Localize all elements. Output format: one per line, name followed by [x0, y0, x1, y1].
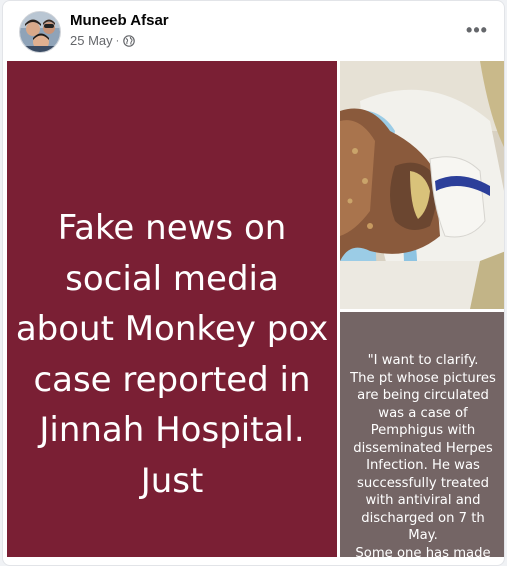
post-meta: 25 May · — [70, 33, 136, 48]
patient-photo[interactable] — [340, 61, 504, 309]
patient-photo-image — [340, 61, 504, 309]
globe-icon — [123, 34, 136, 47]
media-left-panel[interactable]: Fake news on social media about Monkey p… — [7, 61, 337, 557]
post-card: Muneeb Afsar 25 May · ••• Fake news on s… — [2, 0, 505, 566]
meta-separator: · — [115, 34, 120, 47]
avatar[interactable] — [19, 11, 61, 53]
right-panel-text: "I want to clarify. The pt whose picture… — [350, 353, 496, 557]
left-panel-text: Fake news on social media about Monkey p… — [15, 208, 329, 501]
more-options-icon[interactable]: ••• — [462, 15, 492, 45]
avatar-image — [20, 12, 60, 52]
author-name[interactable]: Muneeb Afsar — [70, 12, 169, 29]
post-media: Fake news on social media about Monkey p… — [3, 59, 504, 565]
post-date[interactable]: 25 May — [70, 33, 113, 48]
post-header: Muneeb Afsar 25 May · ••• — [3, 1, 504, 59]
media-right-panel[interactable]: "I want to clarify. The pt whose picture… — [340, 312, 504, 557]
